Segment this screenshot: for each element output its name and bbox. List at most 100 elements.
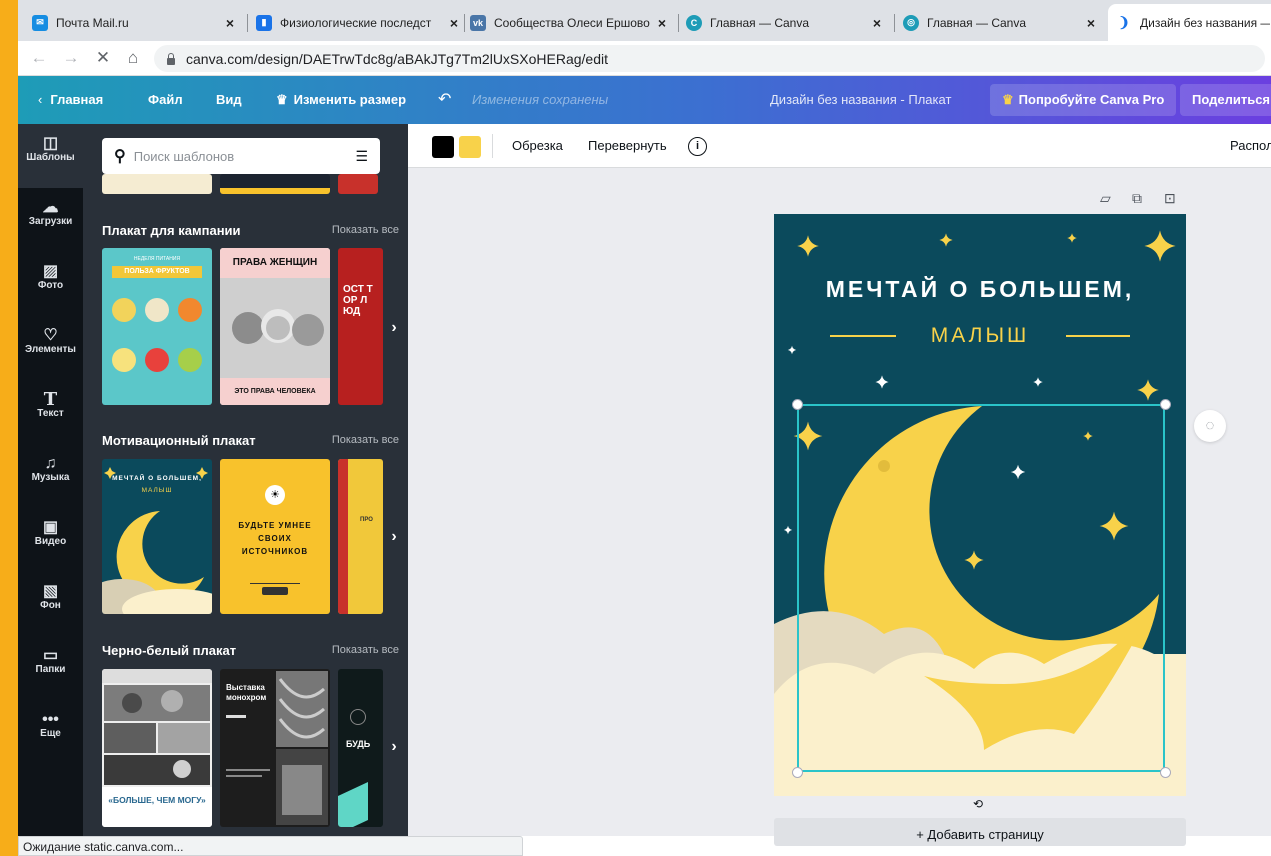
- browser-tab[interactable]: vk Сообщества Олеси Ершово ×: [462, 8, 678, 37]
- women-photo: [220, 278, 330, 378]
- crop-button[interactable]: Обрезка: [512, 124, 563, 168]
- carousel-next-icon[interactable]: ›: [385, 738, 403, 756]
- mail-icon: ✉: [32, 14, 48, 31]
- resize-handle-se[interactable]: [1160, 767, 1171, 778]
- template-thumb[interactable]: НЕДЕЛЯ ПИТАНИЯ ПОЛЬЗА ФРУКТОВ: [102, 248, 212, 405]
- tab-strip: ✉ Почта Mail.ru × ▮ Физиологические посл…: [18, 0, 1271, 41]
- close-tab-icon[interactable]: ×: [1083, 15, 1099, 31]
- share-button[interactable]: Поделиться: [1180, 84, 1271, 116]
- template-thumb[interactable]: ОСТ ТОР ЛЮД: [338, 248, 383, 405]
- template-search-input[interactable]: ⚲ Поиск шаблонов ☰: [102, 138, 380, 174]
- template-thumb[interactable]: Выставка монохром: [220, 669, 330, 827]
- rail-more[interactable]: ••• Еще: [18, 700, 83, 764]
- info-icon[interactable]: i: [688, 137, 707, 156]
- music-note-icon: ♫: [44, 455, 57, 472]
- section-title: Плакат для кампании: [102, 223, 241, 238]
- rail-background[interactable]: ▧ Фон: [18, 572, 83, 636]
- rail-folders[interactable]: ▭ Папки: [18, 636, 83, 700]
- element-toolbar: Обрезка Перевернуть i Располо: [408, 124, 1271, 168]
- templates-panel: ⚲ Поиск шаблонов ☰ Плакат для кампании П…: [83, 124, 408, 836]
- view-menu[interactable]: Вид: [216, 76, 242, 124]
- show-all-link[interactable]: Показать все: [332, 644, 399, 656]
- browser-tab[interactable]: ◎ Главная — Canva ×: [895, 8, 1107, 37]
- doc-icon: ▮: [256, 14, 272, 31]
- carousel-next-icon[interactable]: ›: [385, 528, 403, 546]
- rotate-icon[interactable]: ⟲: [970, 796, 986, 812]
- file-menu[interactable]: Файл: [148, 76, 183, 124]
- video-play-icon: ▣: [42, 519, 59, 536]
- color-swatch-yellow[interactable]: [459, 136, 481, 158]
- template-thumb[interactable]: [220, 174, 330, 194]
- canva-topbar: ‹ Главная Файл Вид ♛ Изменить размер ↶ Изм…: [18, 76, 1271, 124]
- rail-uploads[interactable]: ☁ Загрузки: [18, 188, 83, 252]
- poster-subtitle[interactable]: МАЛЫШ: [774, 324, 1186, 348]
- canva-icon: C: [686, 14, 702, 31]
- background-pattern-icon: ▧: [42, 583, 59, 600]
- rail-templates[interactable]: ◫ Шаблоны: [18, 124, 83, 188]
- close-tab-icon[interactable]: ×: [869, 15, 885, 31]
- canva-icon: ◎: [903, 14, 919, 31]
- design-title[interactable]: Дизайн без названия - Плакат: [770, 76, 951, 124]
- crown-icon: ♛: [276, 92, 288, 107]
- arrange-button[interactable]: Располо: [1230, 124, 1271, 168]
- add-comment-icon[interactable]: ◌: [1194, 410, 1226, 442]
- resize-button[interactable]: ♛ Изменить размер: [276, 76, 406, 124]
- undo-icon[interactable]: ↶: [438, 76, 451, 124]
- add-page-icon[interactable]: ⊡: [1164, 190, 1176, 207]
- rail-elements[interactable]: ♡ Элементы: [18, 316, 83, 380]
- rail-music[interactable]: ♫ Музыка: [18, 444, 83, 508]
- thumb-footer: ЭТО ПРАВА ЧЕЛОВЕКА: [220, 378, 330, 405]
- forward-arrow-icon[interactable]: →: [60, 47, 82, 69]
- template-thumb[interactable]: ПРО: [338, 459, 383, 614]
- side-rail: ◫ Шаблоны ☁ Загрузки ▨ Фото ♡ Элементы T Текс…: [18, 124, 83, 836]
- shapes-icon: ♡: [43, 327, 58, 344]
- stop-loading-icon[interactable]: ✕: [92, 47, 114, 69]
- flip-button[interactable]: Перевернуть: [588, 124, 667, 168]
- poster-title[interactable]: МЕЧТАЙ О БОЛЬШЕМ,: [774, 276, 1186, 303]
- duplicate-page-icon[interactable]: ⧉: [1132, 190, 1142, 207]
- selection-box[interactable]: [797, 404, 1165, 772]
- show-all-link[interactable]: Показать все: [332, 224, 399, 236]
- address-bar-row: ← → ✕ ⌂ canva.com/design/DAETrwTdc8g/aBA…: [18, 41, 1271, 76]
- close-tab-icon[interactable]: ×: [222, 15, 238, 31]
- add-page-button[interactable]: + Добавить страницу: [774, 818, 1186, 846]
- thumb-title: ПРАВА ЖЕНЩИН: [220, 248, 330, 278]
- browser-tab[interactable]: C Главная — Canva ×: [678, 8, 893, 37]
- thumb-title: ПРО: [360, 517, 373, 523]
- template-thumb[interactable]: ПРАВА ЖЕНЩИН ЭТО ПРАВА ЧЕЛОВЕКА: [220, 248, 330, 405]
- chevron-left-icon: ‹: [38, 92, 43, 107]
- browser-tab[interactable]: ✉ Почта Mail.ru ×: [24, 8, 246, 37]
- fruits-illustration: [112, 298, 202, 372]
- close-tab-icon[interactable]: ×: [654, 15, 670, 31]
- home-button[interactable]: ‹ Главная: [38, 76, 103, 124]
- rail-photos[interactable]: ▨ Фото: [18, 252, 83, 316]
- carousel-next-icon[interactable]: ›: [385, 319, 403, 337]
- browser-tab-active[interactable]: ❩ Дизайн без названия —: [1108, 4, 1271, 41]
- template-thumb[interactable]: БУДЬ: [338, 669, 383, 827]
- folder-icon: ▭: [42, 647, 59, 664]
- show-all-link[interactable]: Показать все: [332, 434, 399, 446]
- template-thumb[interactable]: [338, 174, 378, 194]
- url-field[interactable]: canva.com/design/DAETrwTdc8g/aBAkJTg7Tm2…: [154, 45, 1265, 72]
- editor-canvas-area: Обрезка Перевернуть i Располо ▱ ⧉ ⊡: [408, 124, 1271, 846]
- rail-text[interactable]: T Текст: [18, 380, 83, 444]
- template-thumb[interactable]: [102, 174, 212, 194]
- color-swatch-black[interactable]: [432, 136, 454, 158]
- rail-video[interactable]: ▣ Видео: [18, 508, 83, 572]
- filter-sliders-icon[interactable]: ☰: [355, 148, 368, 165]
- template-thumb[interactable]: «БОЛЬШЕ, ЧЕМ МОГУ»: [102, 669, 212, 827]
- template-thumb[interactable]: МЕЧТАЙ О БОЛЬШЕМ, МАЛЫШ: [102, 459, 212, 614]
- try-pro-button[interactable]: ♛ Попробуйте Canva Pro: [990, 84, 1177, 116]
- browser-tab[interactable]: ▮ Физиологические последст ×: [248, 8, 470, 37]
- note-icon[interactable]: ▱: [1100, 190, 1111, 207]
- back-arrow-icon[interactable]: ←: [28, 47, 50, 69]
- template-thumb[interactable]: ☀ БУДЬТЕ УМНЕЕ СВОИХ ИСТОЧНИКОВ: [220, 459, 330, 614]
- crown-icon: ♛: [1002, 92, 1014, 107]
- lightbulb-icon: ☀: [265, 485, 285, 505]
- resize-handle-nw[interactable]: [792, 399, 803, 410]
- home-icon[interactable]: ⌂: [122, 47, 144, 69]
- resize-handle-ne[interactable]: [1160, 399, 1171, 410]
- monochrome-photos: [226, 671, 328, 825]
- resize-handle-sw[interactable]: [792, 767, 803, 778]
- close-tab-icon[interactable]: ×: [446, 15, 462, 31]
